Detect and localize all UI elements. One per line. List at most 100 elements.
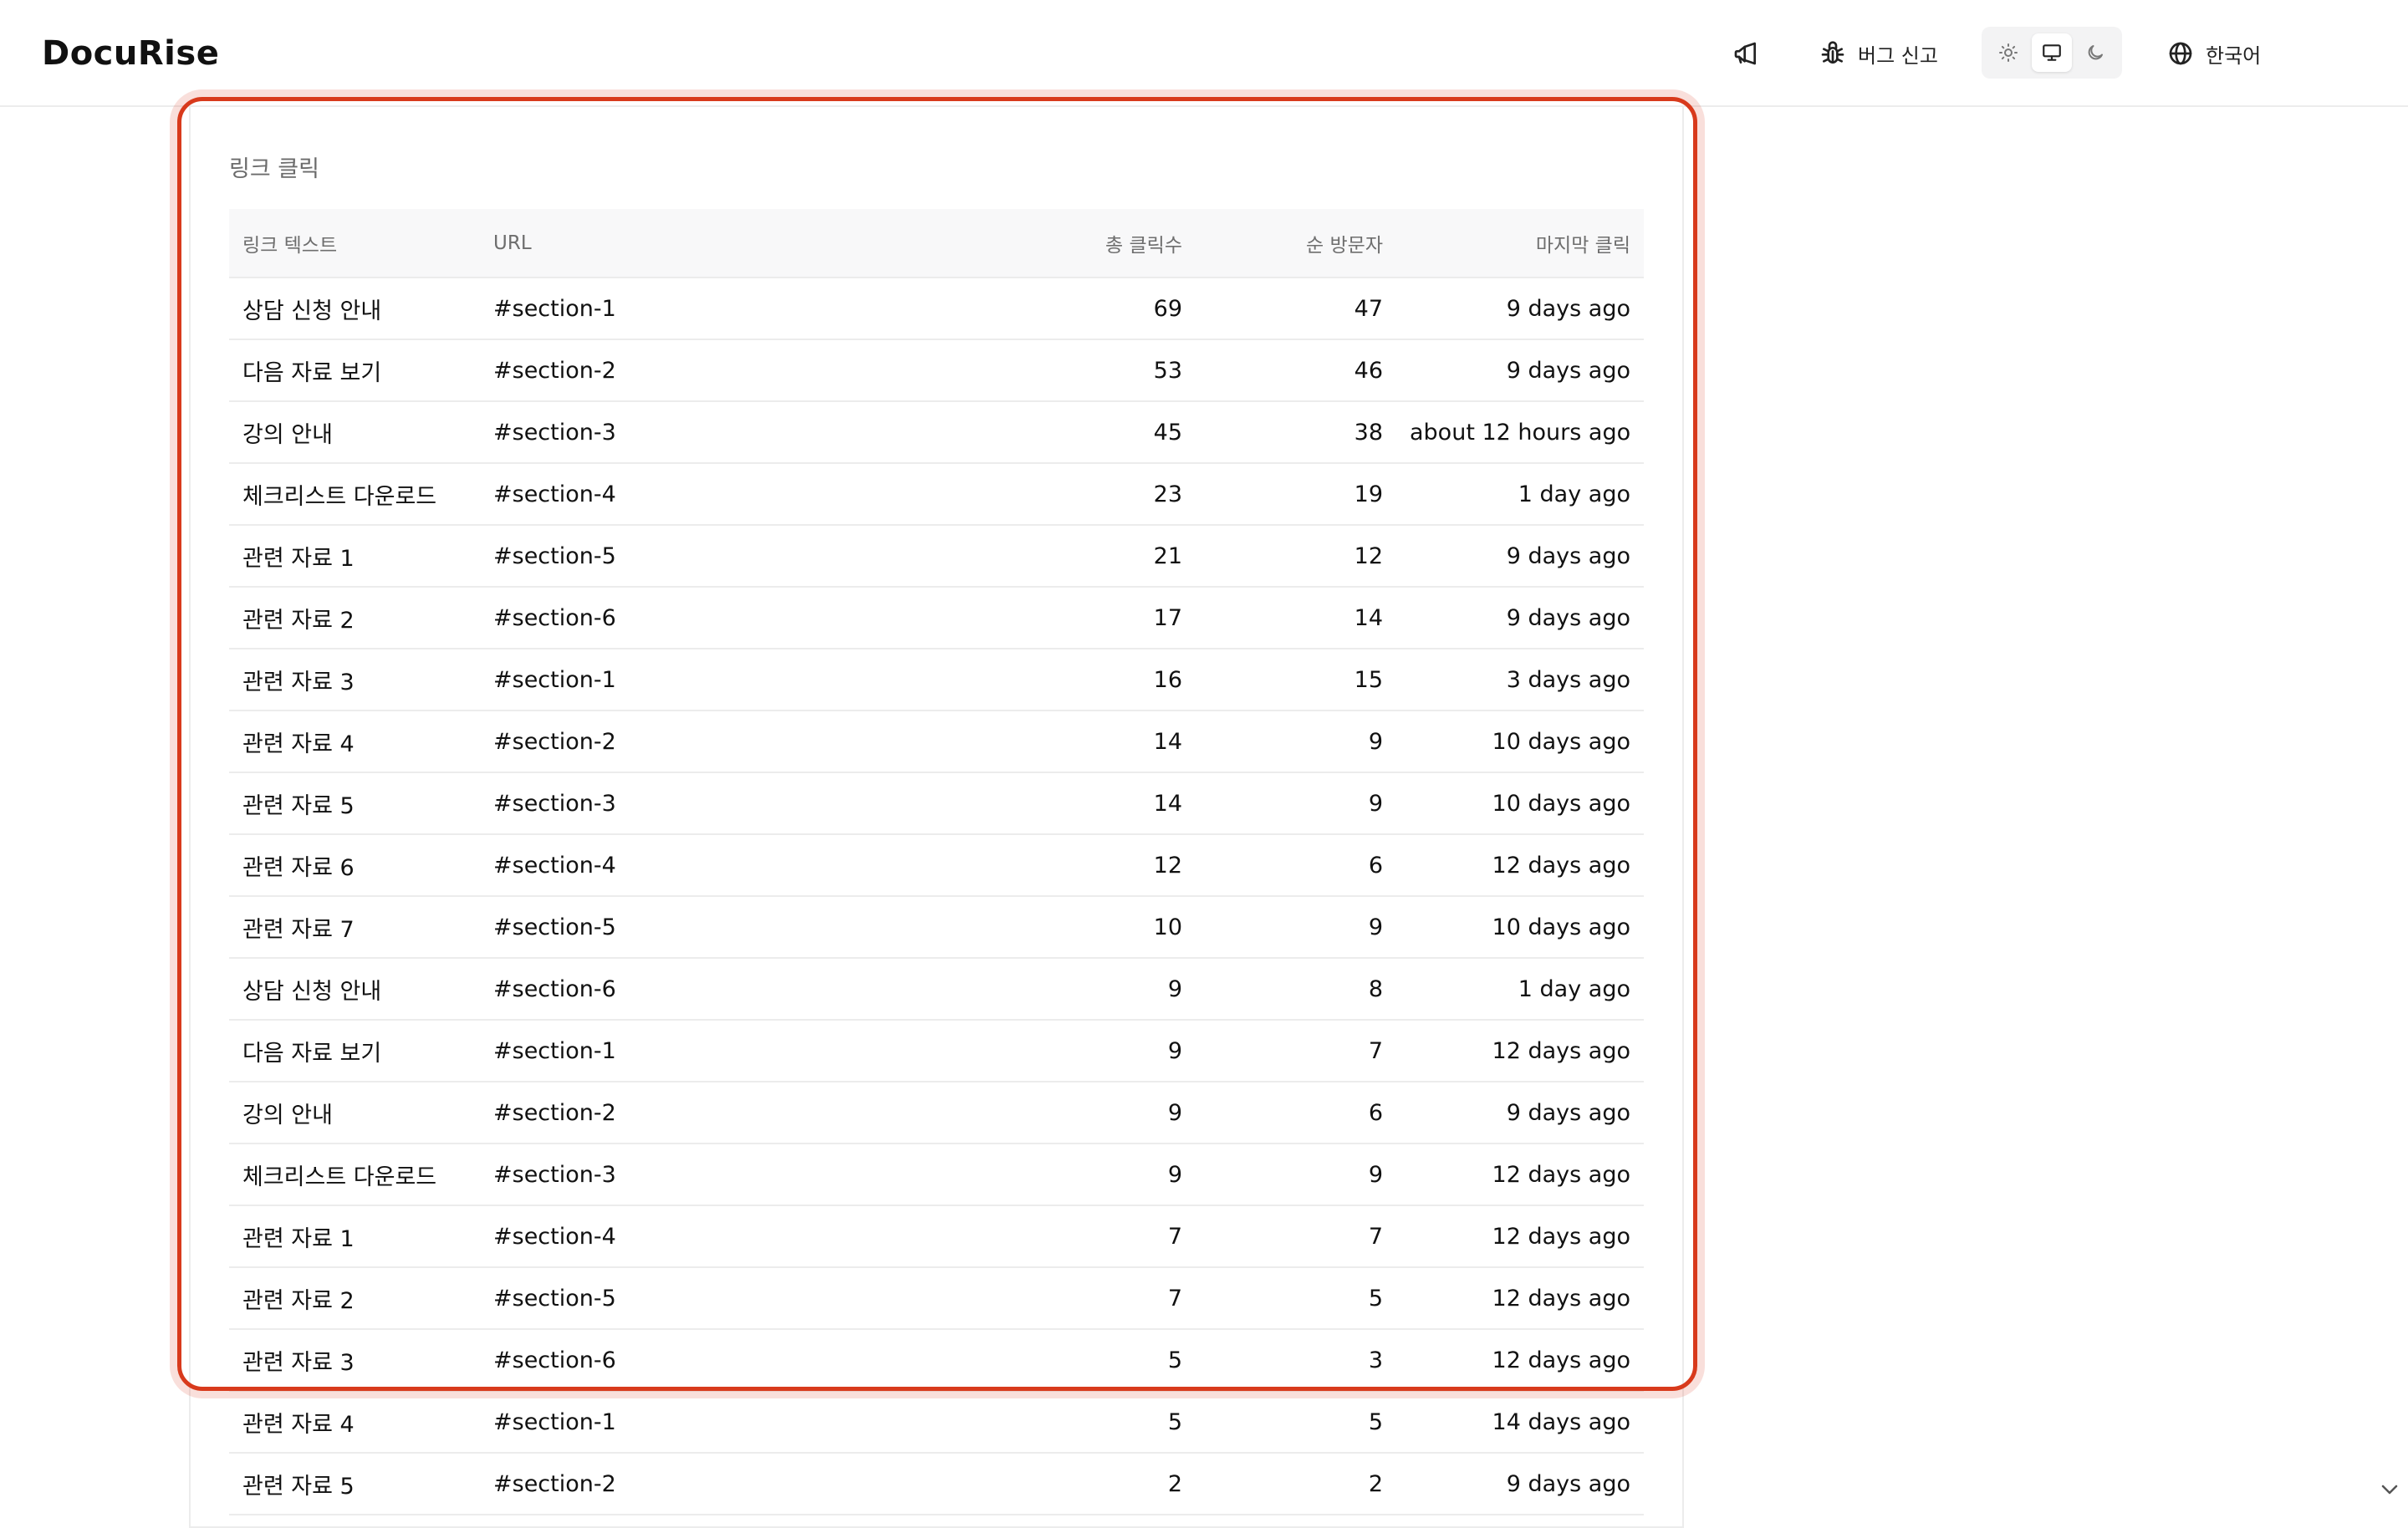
cell-unique-visitors: 9: [1196, 896, 1396, 959]
bug-report-button[interactable]: 버그 신고: [1819, 33, 1938, 74]
cell-url: #section-3: [480, 772, 982, 835]
cell-url: #section-5: [480, 1267, 982, 1330]
top-header: DocuRise 버그 신고 한국어: [0, 0, 2408, 107]
table-row[interactable]: 강의 안내 #section-2 9 6 9 days ago: [229, 1082, 1644, 1144]
cell-url: #section-2: [480, 1082, 982, 1144]
table-row[interactable]: 관련 자료 2 #section-6 17 14 9 days ago: [229, 587, 1644, 649]
table-row[interactable]: 관련 자료 6 #section-4 12 6 12 days ago: [229, 834, 1644, 897]
cell-link-text: 강의 안내: [229, 1082, 480, 1144]
cell-link-text: 관련 자료 4: [229, 1391, 480, 1454]
cell-url: #section-2: [480, 711, 982, 773]
bug-report-label: 버그 신고: [1858, 43, 1938, 68]
table-row[interactable]: 상담 신청 안내 #section-6 9 8 1 day ago: [229, 958, 1644, 1021]
cell-link-text: 관련 자료 1: [229, 1205, 480, 1268]
table-row[interactable]: 관련 자료 4 #section-2 14 9 10 days ago: [229, 711, 1644, 773]
cell-link-text: 관련 자료 2: [229, 587, 480, 649]
cell-unique-visitors: 38: [1196, 401, 1396, 464]
cell-total-clicks: 17: [982, 587, 1196, 649]
table-row[interactable]: 다음 자료 보기 #section-1 9 7 12 days ago: [229, 1020, 1644, 1082]
cell-total-clicks: 21: [982, 525, 1196, 588]
cell-link-text: 체크리스트 다운로드: [229, 463, 480, 526]
column-header-url[interactable]: URL: [480, 209, 982, 278]
logo[interactable]: DocuRise: [42, 32, 219, 75]
cell-total-clicks: 69: [982, 278, 1196, 340]
table-row[interactable]: 체크리스트 다운로드 #section-4 23 19 1 day ago: [229, 463, 1644, 526]
cell-url: #section-4: [480, 463, 982, 526]
cell-unique-visitors: 2: [1196, 1453, 1396, 1515]
cell-last-click: 12 days ago: [1396, 1329, 1644, 1392]
cell-link-text: 다음 자료 보기: [229, 339, 480, 402]
cell-unique-visitors: 5: [1196, 1391, 1396, 1454]
globe-icon: [2169, 42, 2192, 65]
table-row[interactable]: 상담 신청 안내 #section-1 69 47 9 days ago: [229, 278, 1644, 340]
language-label: 한국어: [2206, 43, 2262, 68]
column-header-last-click[interactable]: 마지막 클릭: [1396, 209, 1644, 278]
cell-unique-visitors: 9: [1196, 1143, 1396, 1206]
section-title: 링크 클릭: [229, 156, 319, 182]
cell-link-text: 관련 자료 2: [229, 1267, 480, 1330]
cell-unique-visitors: 46: [1196, 339, 1396, 402]
table-row[interactable]: 관련 자료 3 #section-6 5 3 12 days ago: [229, 1329, 1644, 1392]
cell-unique-visitors: 14: [1196, 587, 1396, 649]
cell-link-text: 관련 자료 5: [229, 772, 480, 835]
cell-last-click: 14 days ago: [1396, 1391, 1644, 1454]
table-row[interactable]: 관련 자료 4 #section-1 5 5 14 days ago: [229, 1391, 1644, 1454]
cell-last-click: 1 day ago: [1396, 463, 1644, 526]
link-clicks-table: 링크 텍스트 URL 총 클릭수 순 방문자 마지막 클릭 상담 신청 안내 #s…: [229, 209, 1644, 1515]
cell-last-click: 9 days ago: [1396, 278, 1644, 340]
cell-last-click: 12 days ago: [1396, 1020, 1644, 1082]
column-header-unique-visitors[interactable]: 순 방문자: [1196, 209, 1396, 278]
announcements-button[interactable]: [1729, 37, 1763, 70]
cell-url: #section-2: [480, 339, 982, 402]
theme-dark-button[interactable]: [2075, 33, 2115, 72]
cell-total-clicks: 5: [982, 1391, 1196, 1454]
table-row[interactable]: 관련 자료 1 #section-5 21 12 9 days ago: [229, 525, 1644, 588]
table-row[interactable]: 강의 안내 #section-3 45 38 about 12 hours ago: [229, 401, 1644, 464]
cell-last-click: 12 days ago: [1396, 834, 1644, 897]
cell-link-text: 관련 자료 3: [229, 649, 480, 711]
cell-link-text: 체크리스트 다운로드: [229, 1143, 480, 1206]
theme-system-button[interactable]: [2032, 33, 2072, 72]
cell-unique-visitors: 19: [1196, 463, 1396, 526]
table-row[interactable]: 관련 자료 3 #section-1 16 15 3 days ago: [229, 649, 1644, 711]
cell-last-click: 9 days ago: [1396, 1082, 1644, 1144]
cell-total-clicks: 10: [982, 896, 1196, 959]
cell-url: #section-1: [480, 649, 982, 711]
cell-unique-visitors: 6: [1196, 834, 1396, 897]
cell-total-clicks: 14: [982, 772, 1196, 835]
table-body: 상담 신청 안내 #section-1 69 47 9 days ago 다음 자료 보기…: [229, 278, 1644, 1515]
cell-total-clicks: 9: [982, 1020, 1196, 1082]
cell-last-click: 9 days ago: [1396, 587, 1644, 649]
cell-last-click: 10 days ago: [1396, 711, 1644, 773]
column-header-total-clicks[interactable]: 총 클릭수: [982, 209, 1196, 278]
cell-total-clicks: 12: [982, 834, 1196, 897]
table-row[interactable]: 관련 자료 2 #section-5 7 5 12 days ago: [229, 1267, 1644, 1330]
cell-total-clicks: 2: [982, 1453, 1196, 1515]
chevron-down-icon[interactable]: [2380, 1481, 2400, 1498]
cell-url: #section-3: [480, 1143, 982, 1206]
cell-link-text: 관련 자료 7: [229, 896, 480, 959]
cell-total-clicks: 7: [982, 1205, 1196, 1268]
cell-link-text: 상담 신청 안내: [229, 278, 480, 340]
table-row[interactable]: 관련 자료 5 #section-2 2 2 9 days ago: [229, 1453, 1644, 1515]
cell-last-click: 9 days ago: [1396, 525, 1644, 588]
cell-total-clicks: 9: [982, 1082, 1196, 1144]
table-row[interactable]: 체크리스트 다운로드 #section-3 9 9 12 days ago: [229, 1143, 1644, 1206]
cell-link-text: 관련 자료 6: [229, 834, 480, 897]
cell-link-text: 다음 자료 보기: [229, 1020, 480, 1082]
cell-link-text: 관련 자료 5: [229, 1453, 480, 1515]
cell-link-text: 상담 신청 안내: [229, 958, 480, 1021]
table-row[interactable]: 다음 자료 보기 #section-2 53 46 9 days ago: [229, 339, 1644, 402]
cell-url: #section-6: [480, 958, 982, 1021]
cell-total-clicks: 23: [982, 463, 1196, 526]
language-selector[interactable]: 한국어: [2167, 33, 2261, 74]
cell-total-clicks: 45: [982, 401, 1196, 464]
column-header-link-text[interactable]: 링크 텍스트: [229, 209, 480, 278]
theme-switcher: [1982, 27, 2122, 79]
table-row[interactable]: 관련 자료 1 #section-4 7 7 12 days ago: [229, 1205, 1644, 1268]
cell-unique-visitors: 12: [1196, 525, 1396, 588]
theme-light-button[interactable]: [1988, 33, 2028, 72]
cell-last-click: 12 days ago: [1396, 1205, 1644, 1268]
table-row[interactable]: 관련 자료 7 #section-5 10 9 10 days ago: [229, 896, 1644, 959]
table-row[interactable]: 관련 자료 5 #section-3 14 9 10 days ago: [229, 772, 1644, 835]
